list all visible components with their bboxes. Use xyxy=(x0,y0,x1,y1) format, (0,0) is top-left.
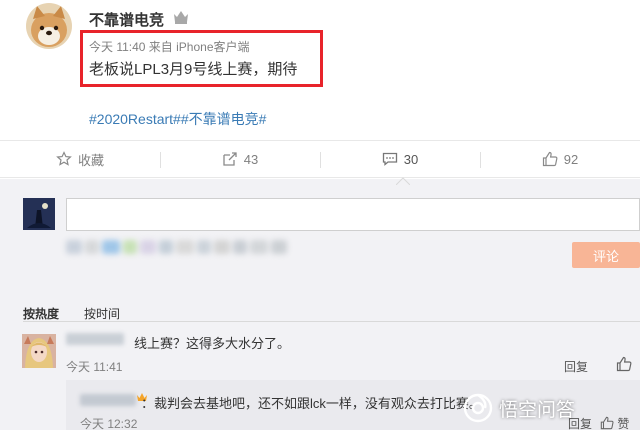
caret-pointer xyxy=(396,177,410,185)
like-icon xyxy=(542,151,558,167)
post-tags[interactable]: #2020Restart##不靠谱电竞# xyxy=(89,109,266,129)
share-count: 43 xyxy=(243,151,259,167)
reply-text: ：裁判会去基地吧，还不如跟lck一样，没有观众去打比赛。 xyxy=(141,396,482,411)
author-name[interactable]: 不靠谱电竞 xyxy=(89,9,164,30)
reply-time: 今天 12:32 xyxy=(80,417,138,430)
star-icon xyxy=(56,151,72,166)
comment-count: 30 xyxy=(403,151,419,167)
reply-like-label: 赞 xyxy=(617,417,630,430)
favorite-button[interactable]: 收藏 xyxy=(0,141,160,177)
commenter-avatar[interactable] xyxy=(22,334,56,368)
comment-text: 线上赛？这得多大水分了。 xyxy=(134,336,291,351)
comment-like-icon[interactable] xyxy=(616,356,632,372)
comment-reply-button[interactable]: 回复 xyxy=(564,358,588,375)
like-button[interactable]: 92 xyxy=(480,141,640,177)
member-badge-icon xyxy=(173,10,189,24)
share-button[interactable]: 43 xyxy=(160,141,320,177)
comment-time: 今天 11:41 xyxy=(66,360,123,374)
watermark-text: 悟空问答 xyxy=(499,399,576,421)
sort-by-time-tab[interactable]: 按时间 xyxy=(84,305,120,322)
action-bar: 收藏 43 30 92 xyxy=(0,140,640,178)
favorite-label: 收藏 xyxy=(77,152,104,168)
submit-comment-button[interactable]: 评论 xyxy=(572,242,640,268)
comment-button[interactable]: 30 xyxy=(320,141,480,177)
like-count: 92 xyxy=(563,151,579,167)
my-avatar[interactable] xyxy=(23,198,55,230)
post-meta: 今天 11:40 来自 iPhone客户端 xyxy=(89,40,250,54)
author-avatar[interactable] xyxy=(26,3,72,49)
replier-name-blurred xyxy=(80,394,136,406)
wukong-watermark: 悟空问答 xyxy=(463,391,575,425)
wukong-logo-icon xyxy=(463,393,493,423)
commenter-name-blurred xyxy=(66,333,124,345)
reply-like-button[interactable]: 赞 xyxy=(600,415,629,430)
sort-by-hot-tab[interactable]: 按热度 xyxy=(23,305,59,322)
post-text: 老板说LPL3月9号线上赛，期待 xyxy=(89,61,298,78)
emoji-bar[interactable] xyxy=(66,240,302,256)
comment-icon xyxy=(382,152,397,166)
comment-input[interactable] xyxy=(66,198,640,231)
share-icon xyxy=(223,152,237,166)
reply-like-icon xyxy=(600,416,614,430)
